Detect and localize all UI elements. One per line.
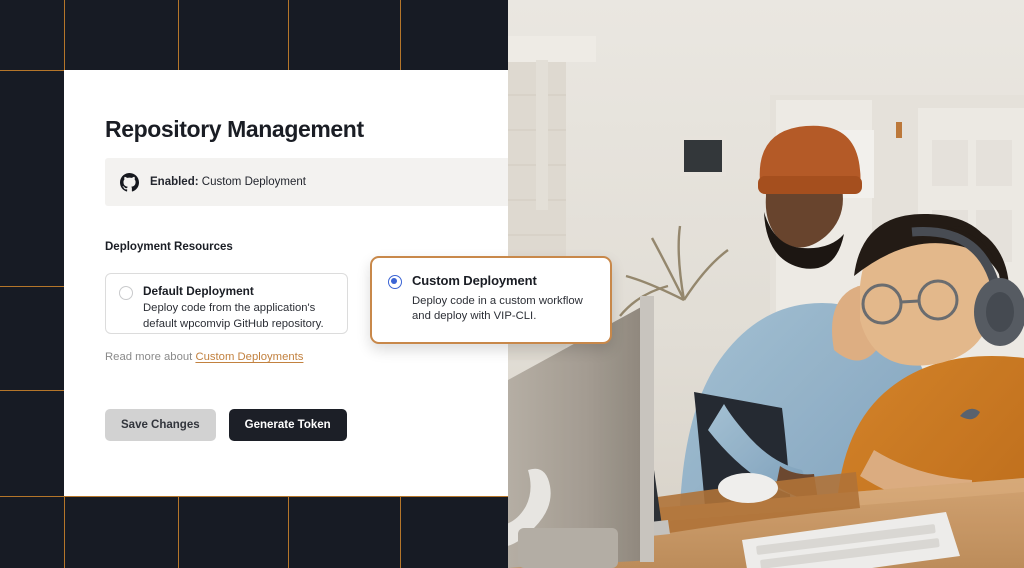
read-more-text: Read more about Custom Deployments [105,351,303,363]
save-changes-button[interactable]: Save Changes [105,409,216,441]
option-default-description: Deploy code from the application's defau… [143,302,324,330]
github-icon [120,172,139,192]
radio-default-deployment[interactable] [119,286,133,300]
option-custom-title: Custom Deployment [412,273,537,288]
custom-deployments-link[interactable]: Custom Deployments [195,351,303,363]
status-banner-value: Custom Deployment [201,176,306,188]
option-custom-description: Deploy code in a custom workflow and dep… [412,294,583,323]
option-custom-deployment[interactable]: Custom Deployment Deploy code in a custo… [370,256,612,344]
status-banner-label: Enabled: [150,176,199,188]
generate-token-button[interactable]: Generate Token [228,409,347,441]
radio-custom-deployment[interactable] [388,275,402,289]
action-buttons: Save Changes Generate Token [105,409,347,441]
option-default-deployment[interactable]: Default Deployment Deploy code from the … [105,273,348,334]
read-more-prefix: Read more about [105,351,196,363]
status-banner-text: Enabled: Custom Deployment [150,176,306,188]
page-title: Repository Management [105,116,364,142]
status-banner: Enabled: Custom Deployment [105,158,508,206]
deployment-resources-label: Deployment Resources [105,241,233,253]
option-default-title: Default Deployment [143,284,254,298]
